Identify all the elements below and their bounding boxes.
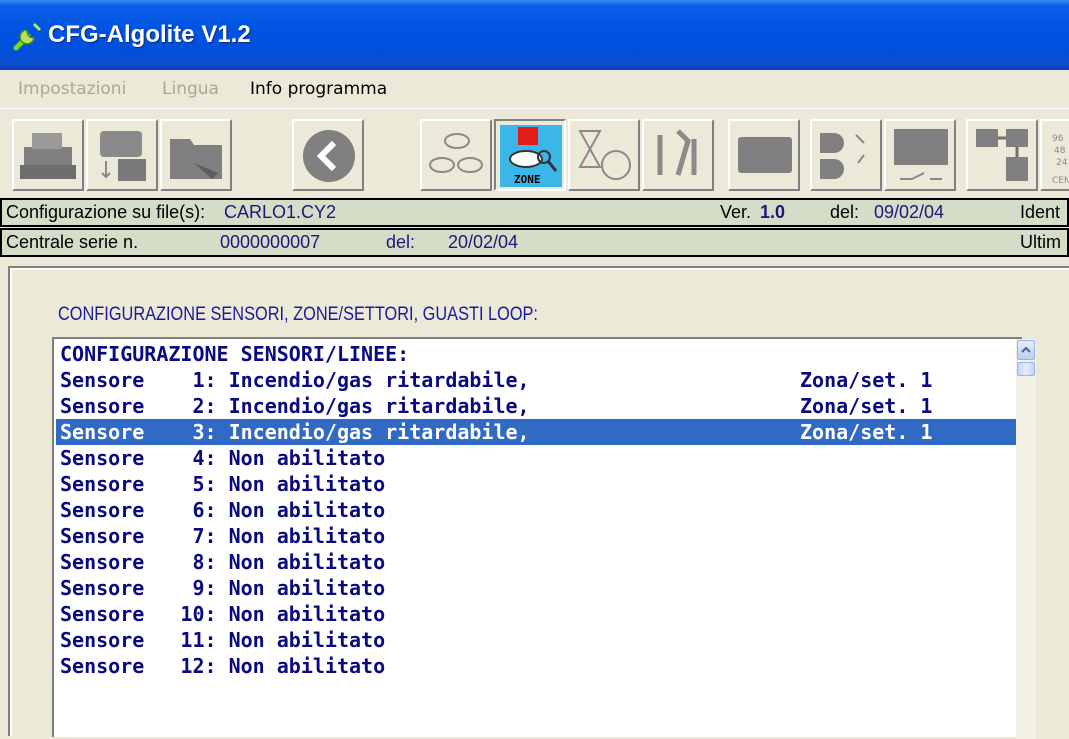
central-serial: 0000000007 bbox=[220, 232, 321, 252]
last-label: Ultim bbox=[1020, 232, 1061, 252]
open-folder-button[interactable] bbox=[160, 119, 232, 191]
sensor-row-text: Sensore 7: Non abilitato bbox=[60, 524, 386, 548]
menu-info-programma[interactable]: Info programma bbox=[250, 79, 387, 99]
sensor-row-text: Sensore 11: Non abilitato bbox=[60, 628, 386, 652]
menu-lingua[interactable]: Lingua bbox=[162, 79, 219, 99]
sensor-row-zone: Zona/set. 1 bbox=[800, 394, 933, 418]
central-label: Centrale serie n. bbox=[6, 232, 139, 252]
sensor-row[interactable]: Sensore 8: Non abilitato bbox=[60, 549, 385, 575]
vertical-scrollbar[interactable] bbox=[1016, 339, 1036, 739]
ver-label: Ver. bbox=[720, 202, 752, 222]
sensors-icon bbox=[429, 133, 483, 173]
sensor-row[interactable]: Sensore 11: Non abilitato bbox=[60, 627, 385, 653]
sensors-button[interactable] bbox=[420, 119, 492, 191]
sensor-row-text: Sensore 9: Non abilitato bbox=[60, 576, 386, 600]
sensor-row-text: Sensore 5: Non abilitato bbox=[60, 472, 386, 496]
central-row: Centrale serie n. 0000000007 del: 20/02/… bbox=[0, 228, 1069, 257]
folder-icon bbox=[170, 139, 222, 179]
central-del-value: 20/02/04 bbox=[448, 232, 519, 252]
svg-text:CEN: CEN bbox=[1052, 176, 1069, 186]
config-file-row: Configurazione su file(s): CARLO1.CY2 Ve… bbox=[0, 198, 1069, 227]
chevron-up-icon bbox=[1021, 346, 1031, 353]
sensor-row-text: Sensore 10: Non abilitato bbox=[60, 602, 386, 626]
print-button[interactable] bbox=[12, 119, 84, 191]
section-title: CONFIGURAZIONE SENSORI, ZONE/SETTORI, GU… bbox=[58, 304, 538, 325]
connect-icon bbox=[100, 131, 146, 181]
central-del-label: del: bbox=[386, 232, 416, 252]
menu-bar: Impostazioni Lingua Info programma bbox=[0, 70, 1069, 108]
scroll-thumb[interactable] bbox=[1017, 362, 1035, 376]
baud-icon: 96 48 24 CEN bbox=[1052, 134, 1069, 186]
menu-impostazioni[interactable]: Impostazioni bbox=[18, 79, 126, 99]
sensor-row[interactable]: Sensore 1: Incendio/gas ritardabile, Zona… bbox=[60, 367, 932, 393]
printer-icon bbox=[20, 133, 76, 179]
zone-button[interactable]: ZONE bbox=[494, 119, 566, 191]
toolbar: ZONE 96 48 24 CEN bbox=[0, 108, 1069, 199]
svg-text:96: 96 bbox=[1052, 134, 1064, 144]
sensor-row-text: Sensore 12: Non abilitato bbox=[60, 654, 386, 678]
ident-label: Ident bbox=[1020, 202, 1061, 222]
svg-text:24: 24 bbox=[1056, 158, 1068, 168]
list-header: CONFIGURAZIONE SENSORI/LINEE: bbox=[60, 342, 410, 366]
back-button[interactable] bbox=[292, 119, 364, 191]
blank-icon bbox=[738, 137, 792, 173]
scroll-up-button[interactable] bbox=[1017, 340, 1035, 360]
sensor-row-text: Sensore 3: Incendio/gas ritardabile, bbox=[60, 420, 530, 444]
baud-button[interactable]: 96 48 24 CEN bbox=[1040, 119, 1069, 191]
window-title: CFG-Algolite V1.2 bbox=[48, 21, 251, 48]
sensor-row[interactable]: Sensore 12: Non abilitato bbox=[60, 653, 385, 679]
wrench-icon bbox=[13, 22, 42, 51]
sensor-row-zone: Zona/set. 1 bbox=[800, 420, 933, 444]
zone-label: ZONE bbox=[514, 173, 541, 186]
sensor-row[interactable]: Sensore 5: Non abilitato bbox=[60, 471, 385, 497]
tools-icon bbox=[657, 129, 697, 176]
logic-icon bbox=[820, 133, 865, 179]
sensor-row[interactable]: Sensore 9: Non abilitato bbox=[60, 575, 385, 601]
ver-date-value: 09/02/04 bbox=[874, 202, 945, 222]
connect-button[interactable] bbox=[86, 119, 158, 191]
sensor-row[interactable]: Sensore 4: Non abilitato bbox=[60, 445, 385, 471]
ver-value: 1.0 bbox=[760, 202, 786, 222]
sensor-row-text: Sensore 6: Non abilitato bbox=[60, 498, 386, 522]
network-button[interactable] bbox=[966, 119, 1038, 191]
sensor-row[interactable]: Sensore 10: Non abilitato bbox=[60, 601, 385, 627]
zone-icon: ZONE bbox=[500, 125, 562, 187]
sensor-row[interactable]: Sensore 6: Non abilitato bbox=[60, 497, 385, 523]
config-file-name: CARLO1.CY2 bbox=[224, 202, 337, 222]
blank-button[interactable] bbox=[728, 119, 800, 191]
title-bar[interactable]: CFG-Algolite V1.2 bbox=[0, 0, 1069, 70]
sensor-row[interactable]: Sensore 3: Incendio/gas ritardabile, Zona… bbox=[60, 419, 932, 445]
back-arrow-icon bbox=[303, 130, 355, 182]
sensor-row-text: Sensore 4: Non abilitato bbox=[60, 446, 386, 470]
sensor-listbox[interactable]: CONFIGURAZIONE SENSORI/LINEE: Sensore 1:… bbox=[52, 337, 1022, 737]
tools-button[interactable] bbox=[642, 119, 714, 191]
ver-date-label: del: bbox=[830, 202, 860, 222]
sensor-row-text: Sensore 1: Incendio/gas ritardabile, bbox=[60, 368, 530, 392]
config-file-label: Configurazione su file(s): bbox=[6, 202, 206, 222]
logic-button[interactable] bbox=[810, 119, 882, 191]
sensor-row[interactable]: Sensore 2: Incendio/gas ritardabile, Zona… bbox=[60, 393, 932, 419]
timer-button[interactable] bbox=[568, 119, 640, 191]
svg-text:48: 48 bbox=[1054, 146, 1066, 156]
sensor-row-text: Sensore 2: Incendio/gas ritardabile, bbox=[60, 394, 530, 418]
relay-button[interactable] bbox=[884, 119, 956, 191]
relay-icon bbox=[894, 129, 948, 180]
timer-icon bbox=[578, 130, 631, 180]
sensor-row-zone: Zona/set. 1 bbox=[800, 368, 933, 392]
network-icon bbox=[976, 129, 1028, 181]
sensor-row[interactable]: Sensore 7: Non abilitato bbox=[60, 523, 385, 549]
sensor-row-text: Sensore 8: Non abilitato bbox=[60, 550, 386, 574]
